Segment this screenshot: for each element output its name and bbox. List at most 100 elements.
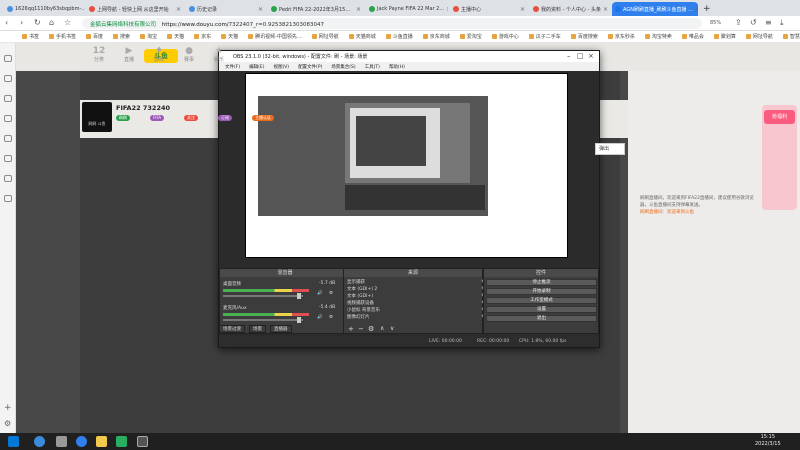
obs-menu-item[interactable]: 编辑(E)	[249, 64, 264, 70]
control-button[interactable]: 开始录制	[486, 288, 597, 295]
move-down-icon[interactable]: ∨	[390, 325, 394, 332]
site-nav-item[interactable]: ▶ 直播	[115, 46, 143, 68]
popout-button[interactable]: 弹出	[595, 143, 625, 155]
browser-tab[interactable]: 1626qq1110by63sbqpbm-...×	[4, 2, 84, 16]
bookmark-item[interactable]: 聚划算	[713, 33, 736, 40]
maximize-icon[interactable]: □	[577, 52, 584, 60]
tab-close-icon[interactable]: ×	[603, 6, 608, 13]
sidebar-add-icon[interactable]: +	[4, 403, 12, 413]
bookmark-item[interactable]: 网址导航	[311, 33, 339, 40]
bookmark-item[interactable]: 百度	[86, 33, 103, 40]
bookmark-item[interactable]: 唯品会	[681, 33, 704, 40]
volume-fader[interactable]	[223, 295, 303, 297]
control-button[interactable]: 工作室模式	[486, 297, 597, 304]
tab-close-icon[interactable]: ×	[356, 6, 361, 13]
obs-menu-item[interactable]: 场景集合(S)	[331, 64, 355, 70]
forward-icon[interactable]: ›	[20, 18, 23, 27]
add-source-icon[interactable]: +	[348, 325, 354, 333]
source-item[interactable]: 小鼠标 背景音乐◉🔒	[347, 307, 491, 314]
home-icon[interactable]: ⌂	[49, 18, 54, 27]
url-field[interactable]: 金狐云集网络科技有限公司 https://www.douyu.com/73224…	[82, 18, 702, 29]
bookmark-item[interactable]: 京东秒杀	[607, 33, 635, 40]
bookmark-item[interactable]: 手机书签	[49, 33, 76, 40]
control-button[interactable]: 设置	[486, 306, 597, 313]
control-button[interactable]: 退出	[486, 315, 597, 322]
share-icon[interactable]: ⇪	[735, 18, 742, 27]
sidebar-app-icon[interactable]	[4, 195, 12, 202]
bookmark-item[interactable]: 天猫	[167, 33, 184, 40]
source-properties-icon[interactable]: ⚙	[368, 325, 374, 333]
fader-knob[interactable]	[297, 317, 301, 323]
history-icon[interactable]: ↺	[750, 18, 757, 27]
bookmark-item[interactable]: 天猫商城	[348, 33, 376, 40]
tab-close-icon[interactable]: ×	[258, 6, 263, 13]
menu-icon[interactable]: ≡	[765, 18, 772, 27]
scene-tab[interactable]: 场景过渡	[219, 325, 245, 333]
browser-tab[interactable]: AGN刷刷直播_刷刷斗鱼直播 ... ×	[612, 2, 698, 16]
zoom-level[interactable]: 85%	[710, 20, 721, 26]
download-icon[interactable]: ⤓	[780, 18, 784, 28]
start-icon[interactable]	[8, 436, 19, 447]
browser-icon[interactable]	[76, 436, 87, 447]
speaker-icon[interactable]: 🔊	[317, 315, 323, 320]
room-tag[interactable]: FIFA	[150, 115, 165, 121]
bookmark-item[interactable]: 智慧 | OBS云端...	[782, 33, 800, 40]
obs-menu-item[interactable]: 视图(V)	[273, 64, 289, 70]
source-item[interactable]: 文本 (GDI+)◉🔒	[347, 293, 491, 300]
speaker-icon[interactable]: 🔊	[317, 291, 323, 296]
sidebar-video-icon[interactable]	[4, 115, 12, 122]
source-item[interactable]: 文本 (GDI+) 2◉🔒	[347, 286, 491, 293]
browser-tab[interactable]: 历史记录 ×	[186, 2, 266, 16]
bookmark-item[interactable]: 书签	[22, 33, 39, 40]
bookmark-item[interactable]: 百度搜索	[570, 33, 598, 40]
tab-close-icon[interactable]: ×	[176, 6, 181, 13]
tab-close-icon[interactable]: ×	[446, 6, 448, 13]
task-view-icon[interactable]	[56, 436, 67, 447]
close-icon[interactable]: ×	[588, 52, 594, 60]
sidebar-search-icon[interactable]	[4, 55, 12, 62]
move-up-icon[interactable]: ∧	[380, 325, 384, 332]
browser-tab[interactable]: 主播中心 ×	[450, 2, 528, 16]
obs-menu-item[interactable]: 配置文件(P)	[298, 64, 322, 70]
sidebar-chat-icon[interactable]	[4, 155, 12, 162]
folder-icon[interactable]	[96, 436, 107, 447]
source-item[interactable]: 图像幻灯片◉🔒	[347, 314, 491, 321]
obs-menu-item[interactable]: 工具(T)	[365, 64, 380, 70]
site-nav-item[interactable]: ★ 娱乐	[205, 46, 233, 68]
site-nav-item[interactable]: ♦ 游戏	[145, 46, 173, 68]
bookmark-item[interactable]: 腾讯视频-中国领先...	[248, 33, 302, 40]
browser-tab[interactable]: 我的资料 - 个人中心 - 头条 ×	[530, 2, 610, 16]
new-tab-button[interactable]: +	[700, 2, 714, 16]
source-item[interactable]: 视频捕获设备◉🔒	[347, 300, 491, 307]
minimize-icon[interactable]: –	[567, 52, 571, 60]
browser-tab[interactable]: Jack Payne FIFA 22 Mar 2...×	[366, 2, 448, 16]
star-icon[interactable]: ☆	[64, 18, 71, 27]
bookmark-item[interactable]: 游戏中心	[491, 33, 519, 40]
search-icon[interactable]	[34, 436, 45, 447]
room-tag[interactable]: 关注	[184, 115, 198, 121]
bookmark-item[interactable]: 网址导航	[745, 33, 773, 40]
site-nav-item[interactable]: 12 分类	[85, 46, 113, 68]
browser-tab[interactable]: 上网导航 - 轻快上网 从这里开始 ×	[86, 2, 184, 16]
app-icon[interactable]	[116, 436, 127, 447]
volume-fader[interactable]	[223, 319, 303, 321]
tab-close-icon[interactable]: ×	[695, 6, 698, 13]
refresh-icon[interactable]: ↻	[34, 18, 41, 27]
remove-source-icon[interactable]: −	[358, 325, 364, 333]
sidebar-note-icon[interactable]	[4, 175, 12, 182]
bookmark-item[interactable]: 淘宝	[140, 33, 157, 40]
bookmark-item[interactable]: 京东商城	[422, 33, 450, 40]
obs-taskbar-icon[interactable]	[137, 436, 148, 447]
bookmark-item[interactable]: 淘宝特卖	[644, 33, 672, 40]
room-tag[interactable]: 主播认证	[252, 115, 274, 121]
bookmark-item[interactable]: 瓜子二手车	[528, 33, 561, 40]
obs-menu-item[interactable]: 帮助(H)	[389, 64, 405, 70]
sidebar-settings-icon[interactable]: ⚙	[4, 419, 11, 428]
site-nav-item[interactable]: ● 赛事	[175, 46, 203, 68]
room-tag[interactable]: 刷刷	[116, 115, 130, 121]
browser-tab[interactable]: Pedri FIFA 22-2022年3月15... ×	[268, 2, 364, 16]
bookmark-item[interactable]: 天猫	[221, 33, 238, 40]
streamer-avatar[interactable]: 刷刷 斗鱼	[82, 102, 112, 132]
room-tag[interactable]: 订阅	[218, 115, 232, 121]
bookmark-item[interactable]: 搜索	[113, 33, 130, 40]
